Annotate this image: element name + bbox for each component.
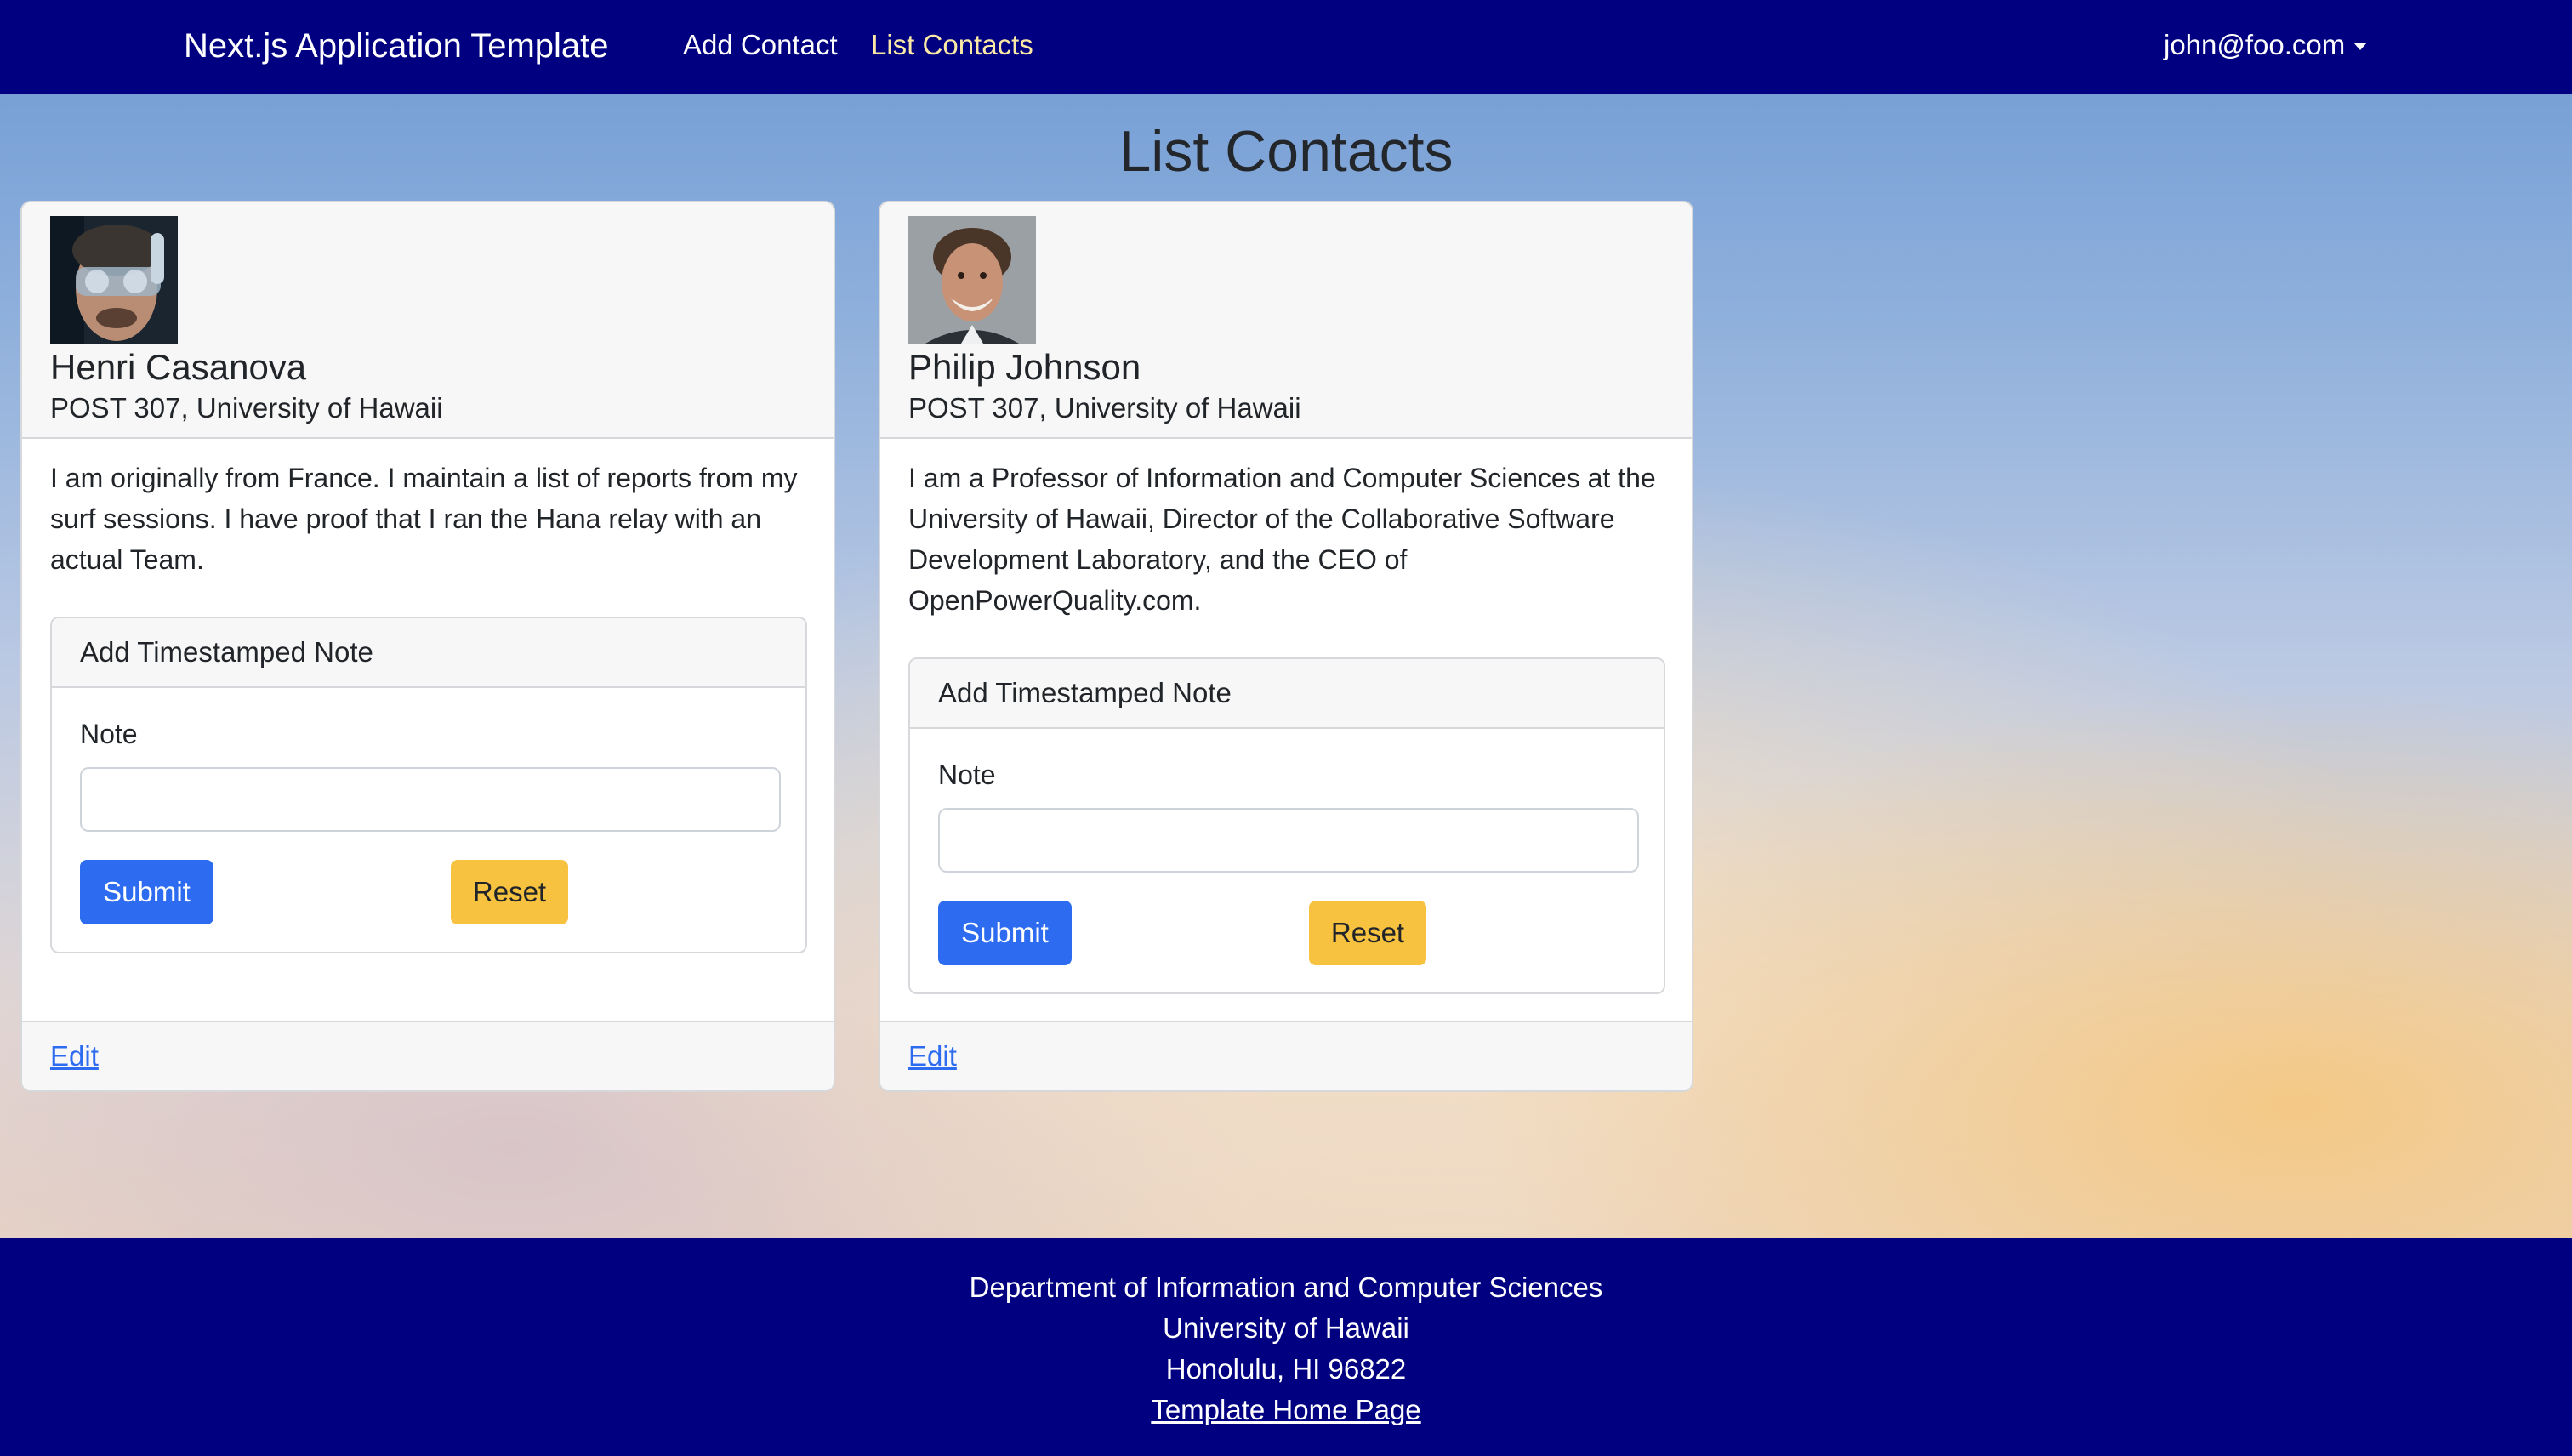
page-title: List Contacts <box>1118 119 1454 184</box>
footer-location: Honolulu, HI 96822 <box>1165 1353 1407 1385</box>
footer-department: Department of Information and Computer S… <box>969 1271 1603 1303</box>
card-header: Philip Johnson POST 307, University of H… <box>880 202 1692 439</box>
note-label: Note <box>80 719 138 749</box>
nav-list-contacts[interactable]: List Contacts <box>871 26 1033 65</box>
note-input[interactable] <box>938 808 1639 873</box>
avatar <box>908 216 1036 344</box>
edit-link[interactable]: Edit <box>908 1038 957 1075</box>
note-form-title: Add Timestamped Note <box>52 618 805 688</box>
avatar-portrait-image <box>908 216 1036 344</box>
add-note-form: Add Timestamped Note Note Submit Reset <box>50 617 807 953</box>
note-input[interactable] <box>80 767 781 832</box>
reset-button[interactable]: Reset <box>1309 901 1426 965</box>
contact-name: Henri Casanova <box>50 347 307 387</box>
reset-button[interactable]: Reset <box>451 860 568 924</box>
contact-card: Henri Casanova POST 307, University of H… <box>20 201 835 1092</box>
note-form-title: Add Timestamped Note <box>910 659 1664 729</box>
card-body: I am originally from France. I maintain … <box>50 458 807 580</box>
user-dropdown[interactable]: john@foo.com <box>2164 26 2368 65</box>
card-body: I am a Professor of Information and Comp… <box>908 458 1665 621</box>
avatar <box>50 216 178 344</box>
card-footer: Edit <box>22 1021 834 1090</box>
note-label: Note <box>938 759 996 790</box>
caret-down-icon <box>2353 42 2368 50</box>
edit-link[interactable]: Edit <box>50 1038 99 1075</box>
contact-card: Philip Johnson POST 307, University of H… <box>879 201 1693 1092</box>
card-header: Henri Casanova POST 307, University of H… <box>22 202 834 439</box>
avatar-diver-image <box>50 216 178 344</box>
contact-name: Philip Johnson <box>908 347 1141 387</box>
submit-button[interactable]: Submit <box>80 860 213 924</box>
page-footer: Department of Information and Computer S… <box>0 1238 2572 1456</box>
submit-button[interactable]: Submit <box>938 901 1072 965</box>
contact-address: POST 307, University of Hawaii <box>908 392 1301 424</box>
user-email: john@foo.com <box>2164 29 2346 60</box>
footer-university: University of Hawaii <box>1163 1312 1409 1344</box>
brand-link[interactable]: Next.js Application Template <box>184 24 609 68</box>
contact-description: I am a Professor of Information and Comp… <box>908 463 1656 616</box>
template-home-link[interactable]: Template Home Page <box>1151 1394 1420 1425</box>
card-footer: Edit <box>880 1021 1692 1090</box>
contact-address: POST 307, University of Hawaii <box>50 392 443 424</box>
contact-description: I am originally from France. I maintain … <box>50 463 798 575</box>
nav-add-contact[interactable]: Add Contact <box>683 26 838 65</box>
add-note-form: Add Timestamped Note Note Submit Reset <box>908 657 1665 994</box>
top-navbar: Next.js Application Template Add Contact… <box>0 0 2572 94</box>
